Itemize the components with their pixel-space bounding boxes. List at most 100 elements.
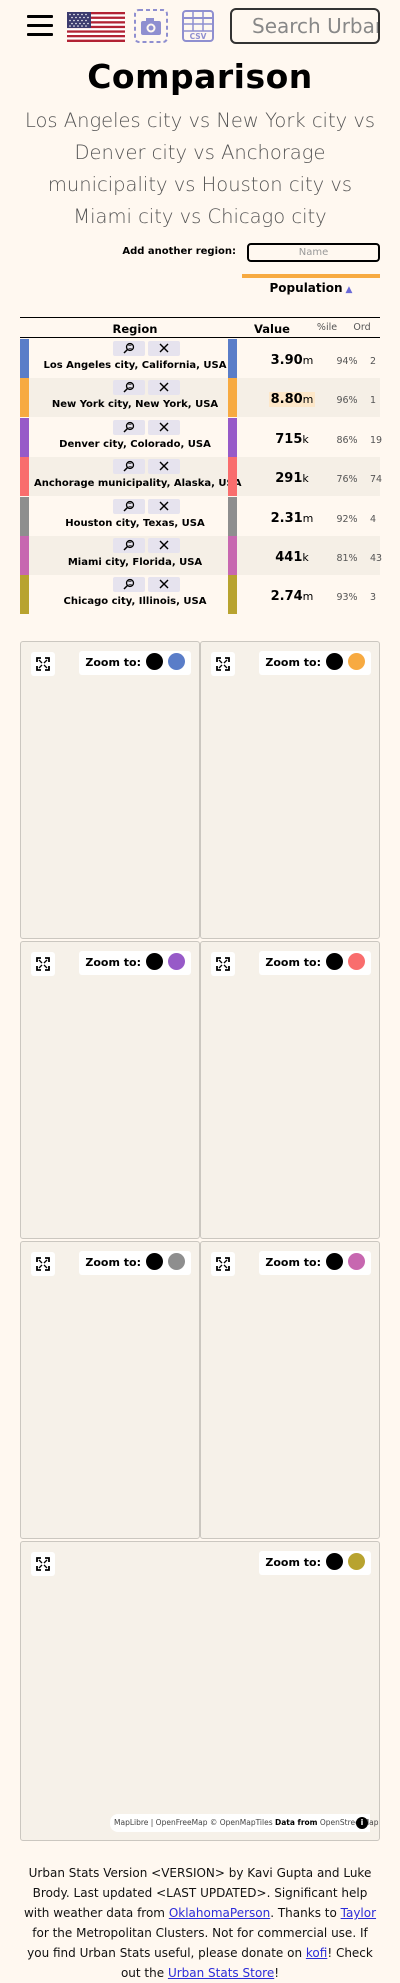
stat-ordinal[interactable]: 3	[370, 592, 388, 603]
stat-name-label: Population	[269, 281, 343, 295]
table-row: Chicago city, Illinois, USA 2.74m 93% 3	[20, 575, 380, 615]
region-value-swatch	[228, 575, 237, 615]
value-unit: m	[302, 511, 314, 525]
expand-icon[interactable]	[211, 952, 235, 976]
info-icon[interactable]: i	[356, 1817, 368, 1829]
us-flag-icon[interactable]	[67, 12, 125, 42]
value-number: 2.74	[270, 589, 303, 605]
add-region-input[interactable]: Name	[247, 243, 380, 262]
region-color-swatch	[20, 417, 29, 457]
zoom-region-button[interactable]	[348, 1553, 365, 1570]
region-map[interactable]: Zoom to:	[20, 1541, 380, 1841]
expand-icon[interactable]	[31, 952, 55, 976]
region-name-link[interactable]: New York city, New York, USA	[34, 399, 236, 410]
replace-search-icon	[123, 500, 135, 512]
zoom-all-button[interactable]	[146, 953, 163, 970]
region-map[interactable]: Zoom to:	[200, 641, 380, 939]
zoom-to-control: Zoom to:	[79, 951, 191, 975]
sort-icon[interactable]: ▲	[346, 285, 353, 295]
footer-link-kofi[interactable]: kofi	[306, 1946, 327, 1960]
close-icon	[159, 579, 169, 589]
expand-icon[interactable]	[31, 652, 55, 676]
value-unit: k	[302, 551, 309, 564]
stat-header-population[interactable]: Population ▲	[242, 281, 380, 295]
region-color-swatch	[20, 339, 29, 378]
zoom-region-button[interactable]	[348, 653, 365, 670]
remove-region-button[interactable]	[148, 459, 180, 475]
zoom-region-button[interactable]	[348, 953, 365, 970]
zoom-to-label: Zoom to:	[265, 956, 321, 969]
stat-ordinal[interactable]: 19	[370, 435, 388, 446]
region-name-link[interactable]: Anchorage municipality, Alaska, USA	[34, 478, 242, 489]
remove-region-button[interactable]	[148, 577, 180, 593]
remove-region-button[interactable]	[148, 341, 180, 356]
stat-value: 441k	[258, 550, 326, 565]
replace-region-button[interactable]	[113, 498, 145, 514]
stat-value: 2.31m	[258, 511, 326, 526]
expand-icon[interactable]	[211, 1252, 235, 1276]
camera-icon[interactable]	[134, 9, 168, 43]
zoom-all-button[interactable]	[146, 1253, 163, 1270]
remove-region-button[interactable]	[148, 538, 180, 553]
region-name-link[interactable]: Miami city, Florida, USA	[34, 557, 236, 568]
search-input[interactable]: Search Urban Stats	[230, 8, 380, 44]
footer-text-5: !	[274, 1966, 280, 1980]
zoom-region-button[interactable]	[348, 1253, 365, 1270]
table-row: Miami city, Florida, USA 441k 81% 43	[20, 536, 382, 575]
remove-region-button[interactable]	[148, 419, 180, 435]
replace-region-button[interactable]	[113, 341, 145, 356]
replace-region-button[interactable]	[113, 577, 145, 593]
row-actions	[97, 498, 199, 514]
zoom-all-button[interactable]	[326, 953, 343, 970]
footer-link-taylor[interactable]: Taylor	[341, 1906, 376, 1920]
expand-icon[interactable]	[31, 1552, 55, 1576]
expand-icon[interactable]	[211, 652, 235, 676]
zoom-all-button[interactable]	[326, 1553, 343, 1570]
stat-ordinal[interactable]: 74	[370, 474, 388, 485]
stat-ordinal[interactable]: 2	[370, 356, 388, 367]
stat-ordinal[interactable]: 1	[370, 395, 388, 406]
value-unit: m	[302, 393, 314, 407]
region-name-link[interactable]: Houston city, Texas, USA	[34, 518, 236, 529]
zoom-region-button[interactable]	[168, 653, 185, 670]
remove-region-button[interactable]	[148, 498, 180, 514]
region-map[interactable]: Zoom to:	[200, 1241, 380, 1539]
hamburger-icon[interactable]	[27, 15, 53, 37]
zoom-all-button[interactable]	[326, 1253, 343, 1270]
zoom-to-label: Zoom to:	[265, 1556, 321, 1569]
remove-region-button[interactable]	[148, 380, 180, 396]
region-map[interactable]: Zoom to:	[200, 941, 380, 1239]
zoom-region-button[interactable]	[168, 1253, 185, 1270]
table-row: New York city, New York, USA 8.80m 96% 1	[20, 378, 380, 418]
csv-icon[interactable]: CSV	[181, 9, 215, 43]
zoom-to-control: Zoom to:	[259, 1551, 371, 1575]
stat-value: 3.90m	[258, 353, 326, 368]
zoom-to-control: Zoom to:	[259, 1251, 371, 1275]
replace-region-button[interactable]	[113, 538, 145, 553]
stat-ordinal[interactable]: 4	[370, 514, 388, 525]
zoom-to-control: Zoom to:	[79, 1251, 191, 1275]
region-name-link[interactable]: Chicago city, Illinois, USA	[34, 596, 236, 607]
close-icon	[159, 461, 169, 471]
region-map[interactable]: Zoom to:	[20, 1241, 200, 1539]
region-map[interactable]: Zoom to:	[20, 941, 200, 1239]
zoom-region-button[interactable]	[168, 953, 185, 970]
close-icon	[159, 540, 169, 550]
header-value: Value	[254, 322, 290, 336]
footer-link-store[interactable]: Urban Stats Store	[168, 1966, 274, 1980]
attribution-source[interactable]: OpenStreetMap	[320, 1818, 379, 1827]
stat-value: 715k	[258, 432, 326, 447]
replace-region-button[interactable]	[113, 419, 145, 435]
stat-ordinal[interactable]: 43	[370, 553, 388, 564]
footer-link-oklahomaperson[interactable]: OklahomaPerson	[169, 1906, 270, 1920]
region-color-swatch	[20, 575, 29, 615]
region-name-link[interactable]: Los Angeles city, California, USA	[34, 360, 236, 371]
replace-region-button[interactable]	[113, 380, 145, 396]
zoom-all-button[interactable]	[146, 653, 163, 670]
zoom-all-button[interactable]	[326, 653, 343, 670]
replace-region-button[interactable]	[113, 459, 145, 475]
header: CSV Search Urban Stats	[0, 0, 400, 52]
region-map[interactable]: Zoom to:	[20, 641, 200, 939]
region-name-link[interactable]: Denver city, Colorado, USA	[34, 439, 236, 450]
expand-icon[interactable]	[31, 1252, 55, 1276]
